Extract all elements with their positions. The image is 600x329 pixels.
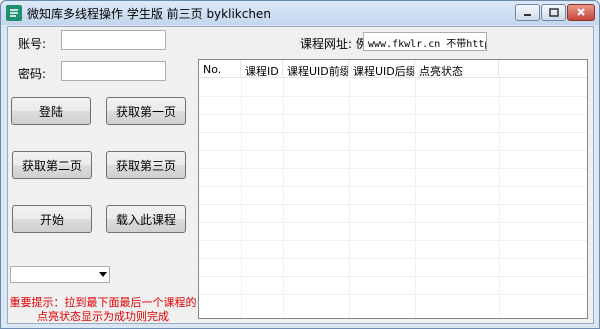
important-tip: 重要提示：拉到最下面最后一个课程的点亮状态显示为成功则完成 — [9, 296, 197, 323]
table-header: No. 课程ID 课程UID前缀 课程UID后缀 点亮状态 — [199, 60, 587, 78]
course-url-label: 课程网址: 例: — [300, 37, 372, 51]
grid-line — [199, 222, 587, 223]
grid-line — [199, 96, 587, 97]
minimize-icon — [523, 6, 532, 20]
window-title: 微知库多线程操作 学生版 前三页 byklikchen — [27, 7, 271, 21]
grid-line — [199, 204, 587, 205]
column-header-uid-suffix[interactable]: 课程UID后缀 — [349, 60, 415, 78]
login-button[interactable]: 登陆 — [11, 97, 91, 125]
grid-line — [199, 132, 587, 133]
chevron-down-icon — [99, 272, 107, 277]
column-header-no[interactable]: No. — [199, 60, 241, 78]
close-button[interactable] — [567, 4, 595, 21]
maximize-icon — [548, 6, 559, 20]
account-input[interactable] — [61, 30, 166, 50]
main-window: 微知库多线程操作 学生版 前三页 byklikchen 账号: 密码: 登陆 获… — [0, 0, 600, 329]
minimize-button[interactable] — [515, 4, 540, 21]
course-table[interactable]: No. 课程ID 课程UID前缀 课程UID后缀 点亮状态 — [198, 59, 588, 319]
load-course-button[interactable]: 载入此课程 — [106, 205, 186, 233]
get-page2-button[interactable]: 获取第二页 — [12, 151, 92, 179]
grid-line — [199, 276, 587, 277]
maximize-button[interactable] — [541, 4, 566, 21]
account-label: 账号: — [18, 37, 47, 51]
get-page1-button[interactable]: 获取第一页 — [106, 97, 186, 125]
page-select[interactable] — [10, 266, 110, 283]
course-url-input[interactable]: www.fkwlr.cn 不带http — [363, 32, 487, 51]
column-header-status[interactable]: 点亮状态 — [415, 60, 499, 78]
column-header-course-id[interactable]: 课程ID — [241, 60, 283, 78]
grid-line — [199, 168, 587, 169]
client-area: 账号: 密码: 登陆 获取第一页 获取第二页 获取第三页 开始 载入此课程 重要… — [7, 26, 594, 324]
grid-line — [199, 258, 587, 259]
grid-line — [199, 150, 587, 151]
grid-line — [199, 240, 587, 241]
close-icon — [576, 6, 586, 20]
password-input[interactable] — [61, 61, 166, 81]
grid-line — [199, 186, 587, 187]
grid-line — [199, 294, 587, 295]
column-header-uid-prefix[interactable]: 课程UID前缀 — [283, 60, 349, 78]
title-bar[interactable]: 微知库多线程操作 学生版 前三页 byklikchen — [1, 1, 599, 25]
grid-line — [199, 114, 587, 115]
password-label: 密码: — [18, 67, 47, 81]
app-icon — [6, 5, 22, 21]
get-page3-button[interactable]: 获取第三页 — [106, 151, 186, 179]
start-button[interactable]: 开始 — [12, 205, 92, 233]
